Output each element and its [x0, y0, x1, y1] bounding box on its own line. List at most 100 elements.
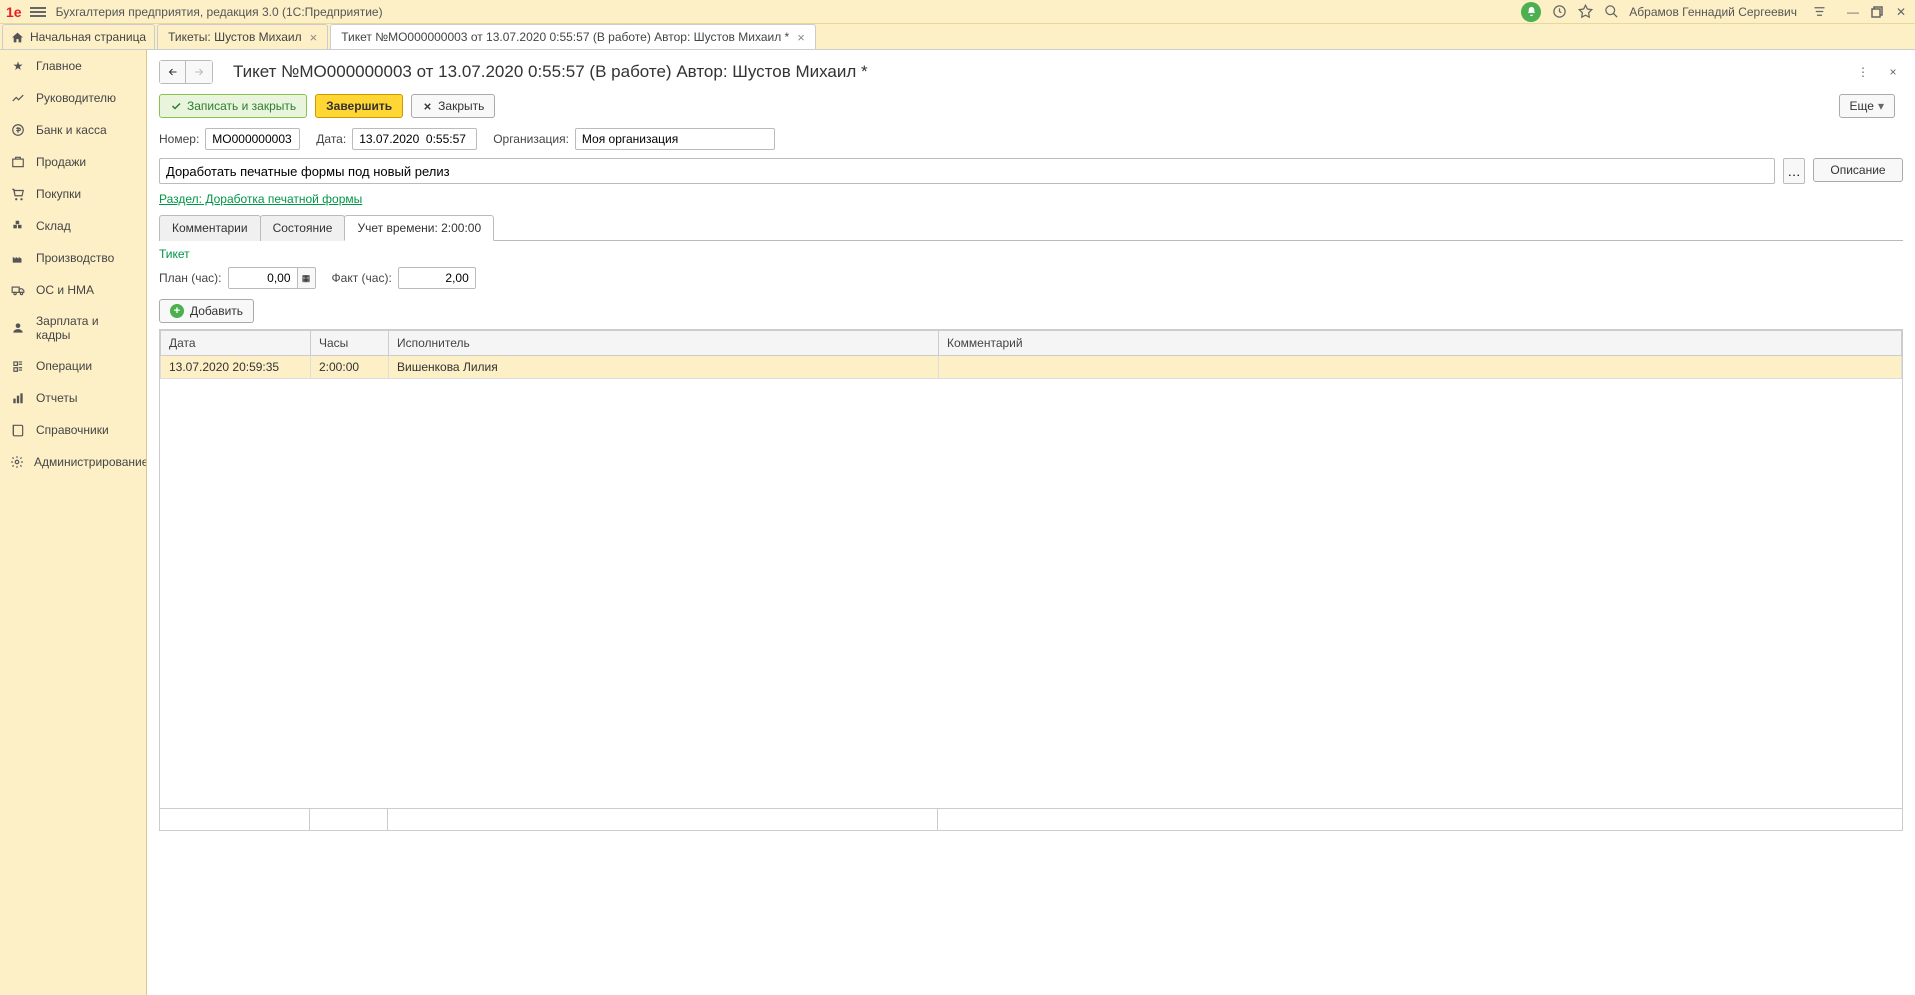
sidebar-item-admin[interactable]: Администрирование [0, 446, 146, 478]
save-close-button[interactable]: Записать и закрыть [159, 94, 307, 118]
tabs-bar: Начальная страница Тикеты: Шустов Михаил… [0, 24, 1915, 50]
close-label: Закрыть [438, 99, 484, 113]
sidebar-item-manager[interactable]: Руководителю [0, 82, 146, 114]
description-button[interactable]: Описание [1813, 158, 1903, 182]
save-icon [170, 100, 182, 112]
app-header: 1e Бухгалтерия предприятия, редакция 3.0… [0, 0, 1915, 24]
briefcase-icon [10, 154, 26, 170]
sidebar-item-label: Руководителю [36, 91, 116, 105]
tab-status[interactable]: Состояние [260, 215, 346, 241]
plan-label: План (час): [159, 271, 222, 285]
complete-button[interactable]: Завершить [315, 94, 403, 118]
inner-tabs: Комментарии Состояние Учет времени: 2:00… [159, 214, 1903, 241]
time-table: Дата Часы Исполнитель Комментарий 13.07.… [160, 330, 1902, 379]
star-icon[interactable] [1577, 4, 1593, 20]
fact-input[interactable] [398, 267, 476, 289]
tab-home[interactable]: Начальная страница [2, 24, 155, 49]
complete-label: Завершить [326, 99, 392, 113]
sidebar-item-sales[interactable]: Продажи [0, 146, 146, 178]
description-button-label: Описание [1830, 163, 1885, 177]
logo-1c: 1e [6, 4, 22, 20]
close-icon [422, 101, 433, 112]
notifications-icon[interactable] [1521, 2, 1541, 22]
sidebar-item-label: Зарплата и кадры [36, 314, 136, 342]
col-comment[interactable]: Комментарий [939, 331, 1902, 356]
save-close-label: Записать и закрыть [187, 99, 296, 113]
restore-icon[interactable] [1869, 4, 1885, 20]
person-icon [10, 320, 26, 336]
sidebar-item-operations[interactable]: Операции [0, 350, 146, 382]
tab-ticket-detail[interactable]: Тикет №МО000000003 от 13.07.2020 0:55:57… [330, 24, 816, 49]
history-icon[interactable] [1551, 4, 1567, 20]
cell-date[interactable]: 13.07.2020 20:59:35 [161, 356, 311, 379]
minimize-icon[interactable]: — [1845, 4, 1861, 20]
table-row[interactable]: 13.07.2020 20:59:35 2:00:00 Вишенкова Ли… [161, 356, 1902, 379]
sidebar-item-assets[interactable]: ОС и НМА [0, 274, 146, 306]
sidebar-item-reports[interactable]: Отчеты [0, 382, 146, 414]
gear-icon [10, 454, 24, 470]
page-close-icon[interactable]: × [1883, 62, 1903, 82]
calculator-icon[interactable]: ▦ [298, 267, 316, 289]
chevron-down-icon: ▾ [1878, 99, 1884, 113]
star-icon: ★ [10, 58, 26, 74]
sidebar-item-references[interactable]: Справочники [0, 414, 146, 446]
date-input[interactable] [352, 128, 477, 150]
nav-forward-button[interactable] [186, 61, 212, 83]
tab-home-label: Начальная страница [30, 30, 146, 44]
close-button[interactable]: Закрыть [411, 94, 495, 118]
nav-buttons [159, 60, 213, 84]
sidebar-item-label: ОС и НМА [36, 283, 94, 297]
time-table-container: Дата Часы Исполнитель Комментарий 13.07.… [159, 329, 1903, 809]
sidebar-item-label: Главное [36, 59, 82, 73]
nav-back-button[interactable] [160, 61, 186, 83]
tab-ticket-detail-label: Тикет №МО000000003 от 13.07.2020 0:55:57… [341, 30, 789, 44]
add-button[interactable]: + Добавить [159, 299, 254, 323]
cell-executor[interactable]: Вишенкова Лилия [389, 356, 939, 379]
col-executor[interactable]: Исполнитель [389, 331, 939, 356]
page-menu-icon[interactable]: ⋮ [1853, 62, 1873, 82]
col-date[interactable]: Дата [161, 331, 311, 356]
user-name[interactable]: Абрамов Геннадий Сергеевич [1629, 5, 1797, 19]
more-button[interactable]: Еще ▾ [1839, 94, 1895, 118]
sidebar-item-label: Производство [36, 251, 114, 265]
sidebar-item-bank[interactable]: Банк и касса [0, 114, 146, 146]
section-link[interactable]: Раздел: Доработка печатной формы [159, 192, 362, 206]
sidebar-item-salary[interactable]: Зарплата и кадры [0, 306, 146, 350]
org-input[interactable] [575, 128, 775, 150]
sidebar-item-production[interactable]: Производство [0, 242, 146, 274]
tab-tickets-label: Тикеты: Шустов Михаил [168, 30, 302, 44]
number-input[interactable] [205, 128, 300, 150]
date-label: Дата: [316, 132, 346, 146]
chart-icon [10, 90, 26, 106]
main-content: Тикет №МО000000003 от 13.07.2020 0:55:57… [147, 50, 1915, 995]
menu-icon[interactable] [30, 4, 46, 20]
tab-close-icon[interactable]: × [310, 30, 318, 45]
ticket-label[interactable]: Тикет [159, 247, 190, 261]
factory-icon [10, 250, 26, 266]
sidebar-item-warehouse[interactable]: Склад [0, 210, 146, 242]
bank-icon [10, 122, 26, 138]
col-hours[interactable]: Часы [311, 331, 389, 356]
org-label: Организация: [493, 132, 569, 146]
cell-comment[interactable] [939, 356, 1902, 379]
sidebar-item-label: Покупки [36, 187, 81, 201]
sidebar-item-label: Банк и касса [36, 123, 107, 137]
tab-time[interactable]: Учет времени: 2:00:00 [344, 215, 494, 241]
settings-icon[interactable] [1811, 4, 1827, 20]
tab-close-icon[interactable]: × [797, 30, 805, 45]
cell-hours[interactable]: 2:00:00 [311, 356, 389, 379]
app-title: Бухгалтерия предприятия, редакция 3.0 (1… [56, 5, 1522, 19]
description-input[interactable] [159, 158, 1775, 184]
search-icon[interactable] [1603, 4, 1619, 20]
description-ellipsis-button[interactable]: … [1783, 158, 1805, 184]
number-label: Номер: [159, 132, 199, 146]
plan-input[interactable] [228, 267, 298, 289]
page-title: Тикет №МО000000003 от 13.07.2020 0:55:57… [233, 62, 1853, 82]
sidebar-item-label: Склад [36, 219, 71, 233]
close-window-icon[interactable]: ✕ [1893, 4, 1909, 20]
sidebar-item-purchases[interactable]: Покупки [0, 178, 146, 210]
tab-comments[interactable]: Комментарии [159, 215, 261, 241]
sidebar-item-main[interactable]: ★ Главное [0, 50, 146, 82]
sidebar-item-label: Продажи [36, 155, 86, 169]
tab-tickets[interactable]: Тикеты: Шустов Михаил × [157, 24, 328, 49]
